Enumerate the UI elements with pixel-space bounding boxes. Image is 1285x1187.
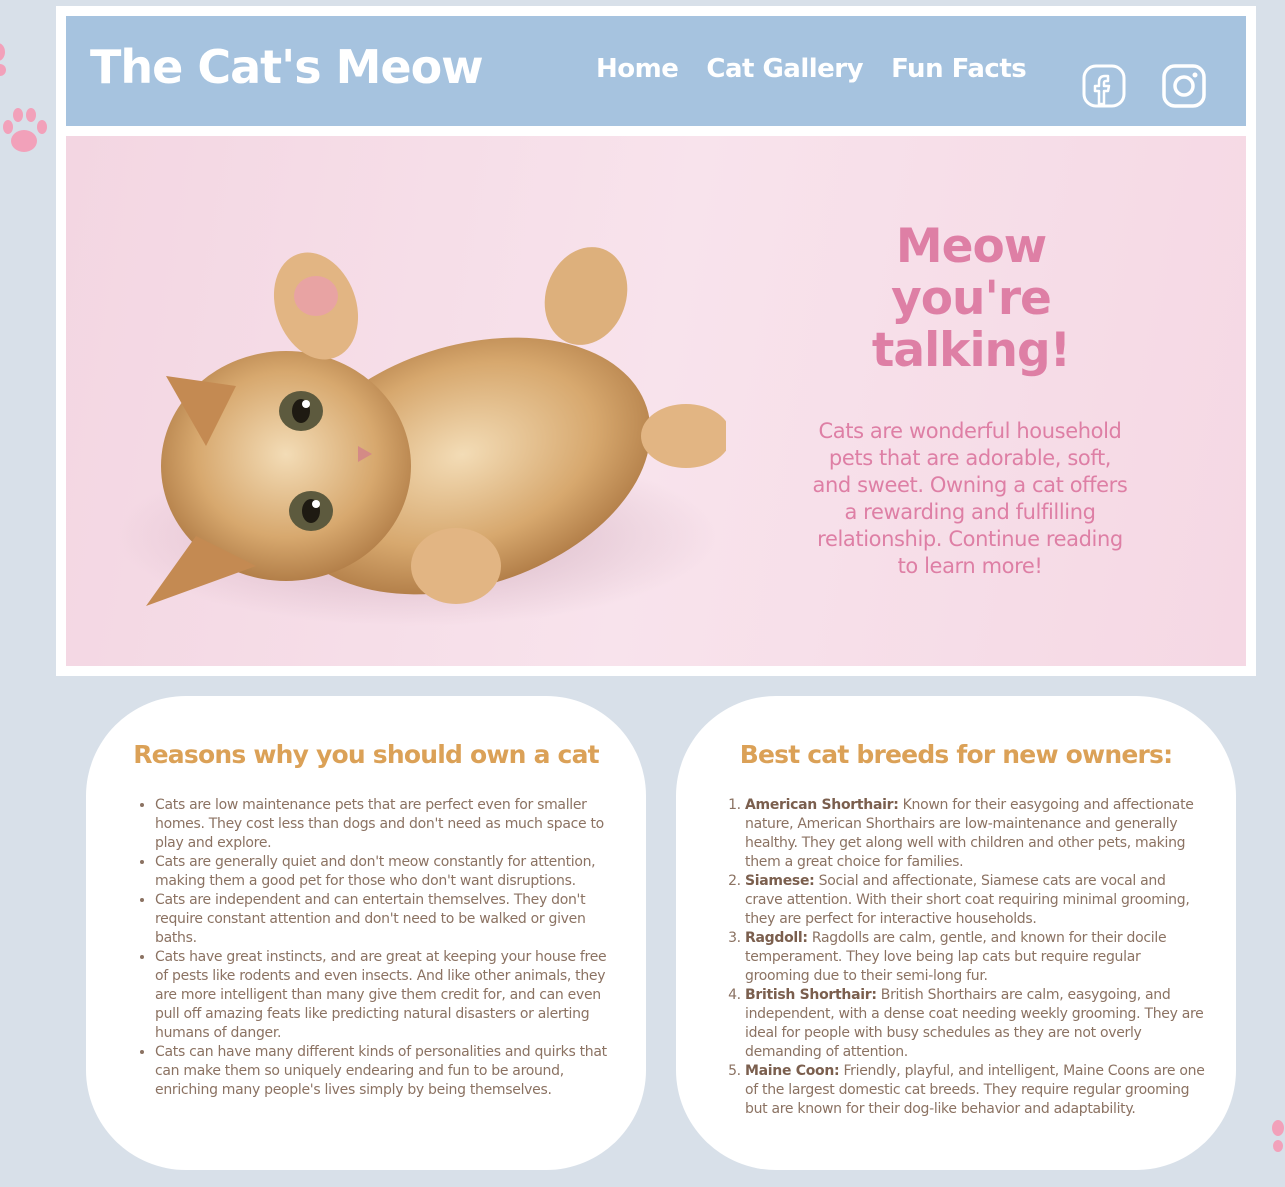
- list-item: Cats are low maintenance pets that are p…: [155, 796, 617, 853]
- paw-print-icon: [0, 43, 6, 76]
- list-item: American Shorthair: Known for their easy…: [745, 796, 1207, 872]
- breed-name: American Shorthair:: [745, 797, 899, 813]
- breeds-list: American Shorthair: Known for their easy…: [745, 796, 1207, 1119]
- nav-home[interactable]: Home: [596, 54, 679, 84]
- instagram-icon[interactable]: [1162, 64, 1206, 108]
- list-item: Maine Coon: Friendly, playful, and intel…: [745, 1062, 1207, 1119]
- site-header: The Cat's Meow Home Cat Gallery Fun Fact…: [66, 16, 1246, 126]
- breed-name: Ragdoll:: [745, 930, 808, 946]
- paw-print-icon: [3, 108, 47, 152]
- reasons-title: Reasons why you should own a cat: [133, 740, 599, 769]
- main-nav: Home Cat Gallery Fun Facts: [596, 54, 1027, 84]
- breed-name: Maine Coon:: [745, 1063, 840, 1079]
- hero-description: Cats are wonderful household pets that a…: [812, 419, 1128, 578]
- list-item: Cats have great instincts, and are great…: [155, 948, 617, 1043]
- list-item: Ragdoll: Ragdolls are calm, gentle, and …: [745, 929, 1207, 986]
- list-item: Cats can have many different kinds of pe…: [155, 1043, 617, 1100]
- breeds-card: Best cat breeds for new owners: American…: [676, 696, 1236, 1170]
- breeds-title: Best cat breeds for new owners:: [739, 740, 1173, 769]
- site-title[interactable]: The Cat's Meow: [90, 40, 484, 94]
- facebook-icon[interactable]: [1082, 64, 1126, 108]
- paw-print-icon: [1272, 1120, 1284, 1152]
- kitten-image: [116, 247, 726, 626]
- breed-name: Siamese:: [745, 873, 815, 889]
- breed-name: British Shorthair:: [745, 987, 877, 1003]
- nav-cat-gallery[interactable]: Cat Gallery: [706, 54, 863, 84]
- reasons-card: Reasons why you should own a cat Cats ar…: [86, 696, 646, 1170]
- list-item: Siamese: Social and affectionate, Siames…: [745, 872, 1207, 929]
- list-item: British Shorthair: British Shorthairs ar…: [745, 986, 1207, 1062]
- list-item: Cats are independent and can entertain t…: [155, 891, 617, 948]
- hero-banner: Meow you're talking! Cats are wonderful …: [66, 136, 1246, 666]
- top-frame: The Cat's Meow Home Cat Gallery Fun Fact…: [56, 6, 1256, 676]
- hero-title: Meow you're talking!: [871, 219, 1071, 378]
- breed-description: Ragdolls are calm, gentle, and known for…: [745, 930, 1167, 984]
- nav-fun-facts[interactable]: Fun Facts: [891, 54, 1027, 84]
- list-item: Cats are generally quiet and don't meow …: [155, 853, 617, 891]
- reasons-list: Cats are low maintenance pets that are p…: [155, 796, 617, 1100]
